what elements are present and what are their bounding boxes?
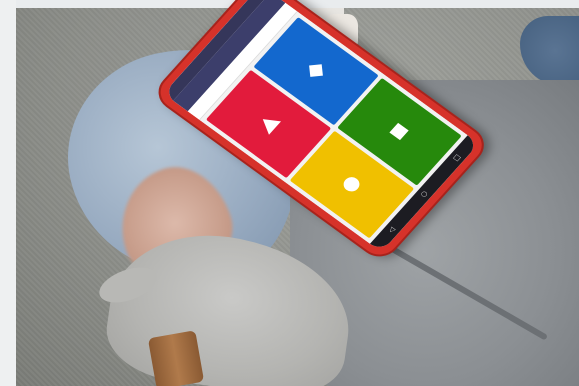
square-icon (389, 122, 409, 141)
nav-back-icon[interactable]: ◁ (387, 226, 397, 235)
photo-scene: ◁ ○ □ (0, 0, 579, 386)
nav-recents-icon[interactable]: □ (451, 153, 462, 163)
wooden-chair-edge (147, 330, 205, 386)
diamond-icon (308, 64, 323, 78)
nav-home-icon[interactable]: ○ (419, 189, 430, 198)
circle-icon (340, 174, 363, 195)
triangle-icon (256, 112, 281, 135)
photo-border-left (0, 0, 16, 386)
